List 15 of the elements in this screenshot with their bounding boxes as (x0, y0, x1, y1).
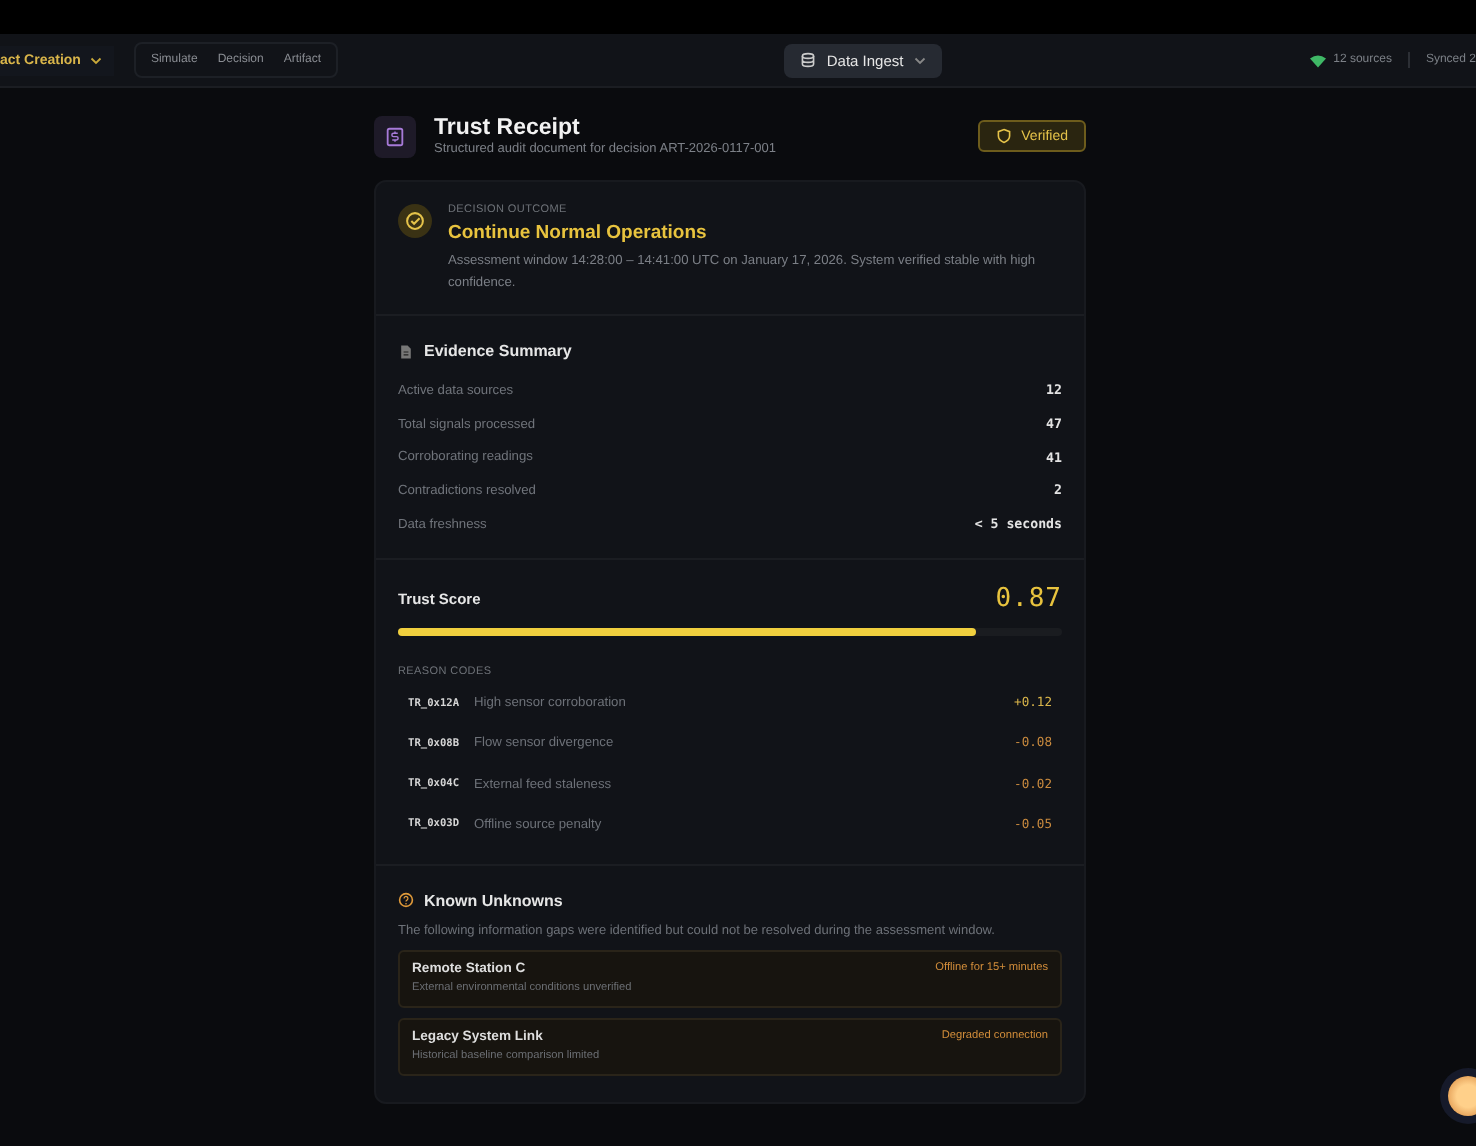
section-title: Evidence Summary (424, 342, 572, 360)
receipt-icon (374, 115, 416, 157)
database-icon (800, 52, 817, 68)
check-circle-icon (398, 204, 432, 238)
section-title: Known Unknowns (424, 891, 563, 910)
caret-icon (90, 54, 103, 66)
wifi-icon (1309, 53, 1326, 67)
page-title: Trust Receipt (434, 116, 582, 142)
shield-icon (995, 128, 1012, 144)
caret-icon (913, 54, 926, 66)
help-circle-icon (398, 892, 414, 909)
assistant-orb[interactable] (1448, 1076, 1476, 1116)
trust-score-value: 0.87 (995, 584, 1062, 615)
document-icon (398, 343, 414, 359)
outcome-title: Continue Normal Operations (448, 222, 709, 244)
